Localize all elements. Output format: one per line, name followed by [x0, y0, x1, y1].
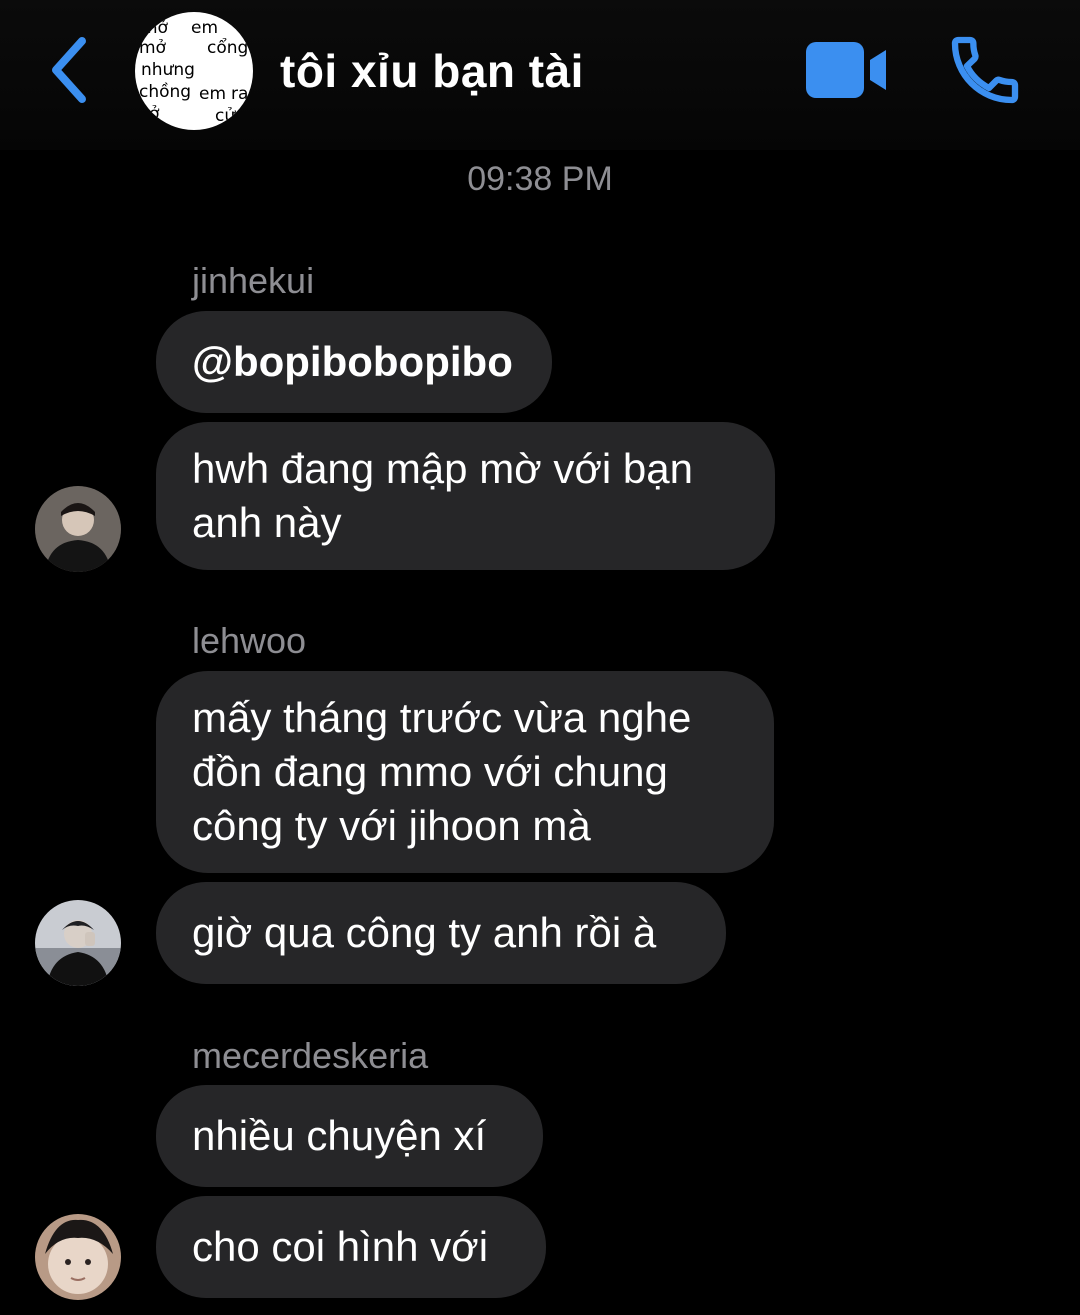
message-bubble[interactable]: cho coi hình với: [156, 1196, 546, 1298]
message-text: giờ qua công ty anh rồi à: [192, 909, 657, 956]
video-call-button[interactable]: [800, 38, 895, 104]
message-bubble[interactable]: nhiều chuyện xí: [156, 1085, 543, 1187]
video-camera-icon: [806, 42, 886, 98]
chat-header: mở em mở cổng nhưng chồng em ra ở cử tôi…: [0, 0, 1080, 150]
avatar-photo: [35, 900, 121, 986]
avatar[interactable]: [35, 1214, 121, 1300]
message-bubble[interactable]: @bopibobopibo: [156, 311, 552, 413]
message-text: cho coi hình với: [192, 1223, 489, 1270]
sender-name: jinhekui: [192, 260, 315, 301]
avatar[interactable]: [35, 900, 121, 986]
voice-call-button[interactable]: [945, 30, 1025, 110]
avatar-photo: [35, 1214, 121, 1300]
avatar[interactable]: [35, 486, 121, 572]
sender-name: mecerdeskeria: [192, 1035, 429, 1076]
avatar-photo: [35, 486, 121, 572]
group-avatar[interactable]: mở em mở cổng nhưng chồng em ra ở cử: [135, 12, 253, 130]
chevron-left-icon: [52, 37, 86, 103]
message-timestamp: 09:38 PM: [467, 160, 613, 198]
sender-name: lehwoo: [192, 620, 307, 661]
message-text: @bopibobopibo: [192, 338, 513, 385]
message-text: mấy tháng trước vừa nghe đồn đang mmo vớ…: [192, 694, 692, 849]
chat-title[interactable]: tôi xỉu bạn tài: [280, 44, 584, 98]
phone-icon: [951, 36, 1019, 104]
message-bubble[interactable]: giờ qua công ty anh rồi à: [156, 882, 726, 984]
message-text: nhiều chuyện xí: [192, 1112, 487, 1159]
message-bubble[interactable]: hwh đang mập mờ với bạn anh này: [156, 422, 775, 570]
back-button[interactable]: [40, 30, 100, 110]
message-text: hwh đang mập mờ với bạn anh này: [192, 445, 694, 546]
message-bubble[interactable]: mấy tháng trước vừa nghe đồn đang mmo vớ…: [156, 671, 774, 873]
